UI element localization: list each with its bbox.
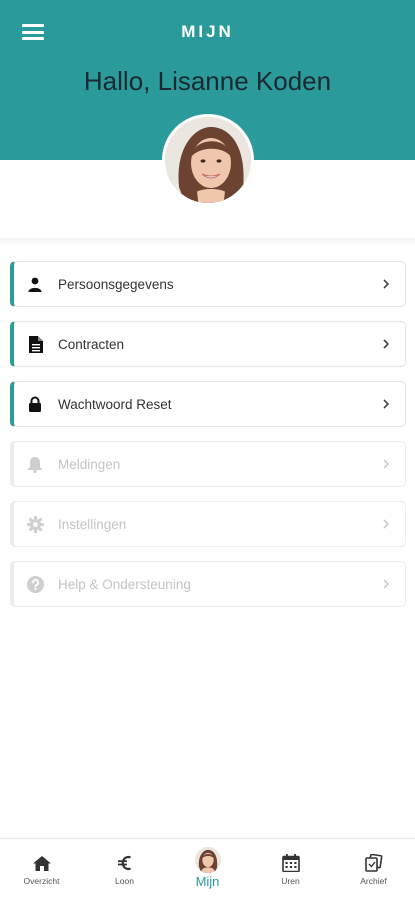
avatar-image: [165, 117, 251, 203]
greeting-text: Hallo, Lisanne Koden: [83, 66, 332, 96]
menu-item-label: Persoonsgegevens: [58, 276, 174, 292]
header-separator: [0, 238, 415, 246]
gear-icon: [26, 515, 44, 533]
menu-item-label: Help & Ondersteuning: [58, 576, 191, 592]
menu-item-label: Instellingen: [58, 516, 127, 532]
profile-avatar[interactable]: [162, 114, 254, 206]
archive-icon: [364, 853, 383, 873]
menu-item-label: Meldingen: [58, 456, 121, 472]
menu-item-wachtwoord-reset[interactable]: Wachtwoord Reset: [10, 381, 406, 427]
chevron-right-icon: [379, 397, 393, 411]
nav-label: Overzicht: [23, 876, 60, 886]
chevron-right-icon: [379, 517, 393, 531]
lock-icon: [26, 395, 44, 413]
nav-item-mijn[interactable]: Mijn: [166, 839, 249, 900]
nav-label: Mijn: [195, 874, 220, 889]
chevron-right-icon: [379, 457, 393, 471]
nav-item-loon[interactable]: Loon: [83, 839, 166, 900]
menu-item-contracten[interactable]: Contracten: [10, 321, 406, 367]
nav-item-uren[interactable]: Uren: [249, 839, 332, 900]
nav-item-overzicht[interactable]: Overzicht: [0, 839, 83, 900]
question-circle-icon: [26, 575, 44, 593]
nav-label: Uren: [281, 876, 300, 886]
menu-item-persoonsgegevens[interactable]: Persoonsgegevens: [10, 261, 406, 307]
nav-label: Archief: [360, 876, 387, 886]
nav-item-archief[interactable]: Archief: [332, 839, 415, 900]
chevron-right-icon: [379, 337, 393, 351]
bell-icon: [26, 455, 44, 473]
home-icon: [32, 853, 51, 873]
document-icon: [26, 335, 44, 353]
bottom-nav: Overzicht Loon Mijn Uren Archief: [0, 838, 415, 900]
mijn-screen: MIJN Hallo, Lisanne Koden Persoonsgegeve…: [0, 0, 415, 900]
menu-item-help-ondersteuning[interactable]: Help & Ondersteuning: [10, 561, 406, 607]
menu-item-label: Contracten: [58, 336, 125, 352]
menu-item-instellingen[interactable]: Instellingen: [10, 501, 406, 547]
euro-icon: [117, 853, 132, 873]
chevron-right-icon: [379, 277, 393, 291]
calendar-icon: [281, 853, 300, 873]
nav-label: Loon: [115, 876, 134, 886]
avatar-icon: [194, 847, 221, 873]
page-title: MIJN: [181, 22, 234, 41]
person-icon: [26, 275, 44, 293]
chevron-right-icon: [379, 577, 393, 591]
menu-item-label: Wachtwoord Reset: [58, 396, 172, 412]
menu-item-meldingen[interactable]: Meldingen: [10, 441, 406, 487]
